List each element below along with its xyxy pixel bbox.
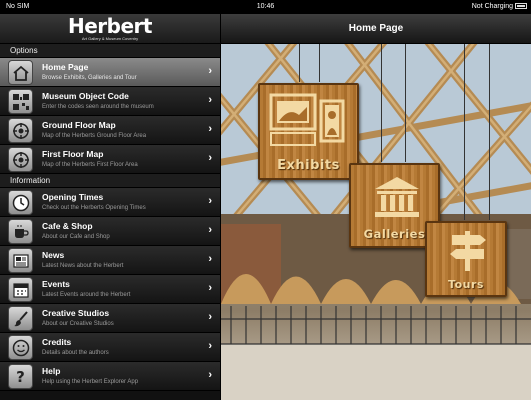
signpost-icon (450, 231, 486, 271)
sidebar-item-subtitle: Browse Exhibits, Galleries and Tour (42, 75, 137, 81)
sidebar-item-first-floor-map[interactable]: First Floor Map Map of the Herberts Firs… (0, 145, 220, 174)
sidebar-item-title: Home Page (42, 62, 89, 72)
app-logo: Herbert Art Gallery & Museum Coventry (0, 14, 220, 44)
status-time: 10:46 (256, 3, 275, 10)
sidebar-item-cafe-shop[interactable]: Cafe & Shop About our Cafe and Shop › (0, 217, 220, 246)
sidebar-item-ground-floor-map[interactable]: Ground Floor Map Map of the Herberts Gro… (0, 116, 220, 145)
sidebar-item-title: Opening Times (42, 192, 104, 202)
sidebar-item-credits[interactable]: Credits Details about the authors › (0, 333, 220, 362)
sidebar-item-title: Events (42, 279, 70, 289)
sidebar-item-title: Museum Object Code (42, 91, 129, 101)
chevron-right-icon: › (208, 123, 212, 135)
chevron-right-icon: › (208, 224, 212, 236)
calendar-icon (8, 277, 33, 302)
sign-string (381, 44, 382, 162)
sidebar-item-news[interactable]: News Latest News about the Herbert › (0, 246, 220, 275)
sidebar: Herbert Art Gallery & Museum Coventry Op… (0, 14, 221, 400)
chevron-right-icon: › (208, 282, 212, 294)
main-content: Home Page Exhibits Galleries Tours (221, 14, 531, 400)
chevron-right-icon: › (208, 340, 212, 352)
sidebar-item-museum-object-code[interactable]: Museum Object Code Enter the codes seen … (0, 87, 220, 116)
sidebar-item-events[interactable]: Events Latest Events around the Herbert … (0, 275, 220, 304)
section-title-options: Options (0, 44, 220, 58)
chevron-right-icon: › (208, 253, 212, 265)
sign-string (299, 44, 300, 82)
logo-subtitle: Art Gallery & Museum Coventry (81, 36, 139, 41)
sign-string (319, 44, 320, 82)
battery-label: Not Charging (471, 3, 513, 10)
sidebar-item-subtitle: Help using the Herbert Explorer App (42, 379, 139, 385)
logo-title: Herbert (68, 14, 152, 38)
sidebar-item-title: Ground Floor Map (42, 120, 116, 130)
battery-status: Not Charging (472, 0, 527, 14)
chevron-right-icon: › (208, 369, 212, 381)
chevron-right-icon: › (208, 94, 212, 106)
tours-label: Tours (448, 278, 484, 291)
qr-code-icon (8, 89, 33, 114)
map-pin-icon (8, 147, 33, 172)
paint-brush-icon (8, 306, 33, 331)
page-title: Home Page (221, 14, 531, 44)
sign-string (464, 44, 465, 220)
chevron-right-icon: › (208, 152, 212, 164)
sidebar-item-subtitle: Map of the Herberts Ground Floor Area (42, 133, 147, 139)
museum-building-icon (375, 177, 419, 217)
map-pin-icon (8, 118, 33, 143)
question-mark-icon: ? (8, 364, 33, 389)
coffee-cup-icon (8, 219, 33, 244)
atrium-background-photo: Exhibits Galleries Tours (221, 44, 531, 400)
section-title-information: Information (0, 174, 220, 188)
sidebar-item-subtitle: Latest News about the Herbert (42, 263, 124, 269)
sidebar-item-subtitle: About our Cafe and Shop (42, 234, 110, 240)
chevron-right-icon: › (208, 65, 212, 77)
sidebar-item-title: First Floor Map (42, 149, 104, 159)
sidebar-item-title: Credits (42, 337, 72, 347)
sidebar-item-title: News (42, 250, 65, 260)
sidebar-item-home-page[interactable]: Home Page Browse Exhibits, Galleries and… (0, 58, 220, 87)
sidebar-item-title: Cafe & Shop (42, 221, 93, 231)
sidebar-item-subtitle: Details about the authors (42, 350, 109, 356)
sidebar-item-opening-times[interactable]: Opening Times Check out the Herberts Ope… (0, 188, 220, 217)
sidebar-item-title: Creative Studios (42, 308, 110, 318)
battery-icon (515, 3, 527, 10)
house-icon (8, 60, 33, 85)
sign-string (405, 44, 406, 162)
sidebar-item-title: Help (42, 366, 61, 376)
sidebar-item-creative-studios[interactable]: Creative Studios About our Creative Stud… (0, 304, 220, 333)
sign-string (489, 44, 490, 220)
sidebar-item-subtitle: Check out the Herberts Opening Times (42, 205, 146, 211)
smiley-icon (8, 335, 33, 360)
status-bar: No SIM 10:46 Not Charging (0, 0, 531, 14)
chevron-right-icon: › (208, 195, 212, 207)
sidebar-item-help[interactable]: ? Help Help using the Herbert Explorer A… (0, 362, 220, 391)
tours-sign-button[interactable]: Tours (425, 221, 507, 297)
sidebar-item-subtitle: Map of the Herberts First Floor Area (42, 162, 138, 168)
sidebar-item-subtitle: Enter the codes seen around the museum (42, 104, 154, 110)
chevron-right-icon: › (208, 311, 212, 323)
sidebar-item-subtitle: Latest Events around the Herbert (42, 292, 131, 298)
exhibits-sign-button[interactable]: Exhibits (258, 83, 359, 180)
exhibits-label: Exhibits (277, 158, 340, 173)
sidebar-item-subtitle: About our Creative Studios (42, 321, 114, 327)
pictures-icon (269, 93, 345, 146)
newspaper-icon (8, 248, 33, 273)
clock-icon (8, 190, 33, 215)
